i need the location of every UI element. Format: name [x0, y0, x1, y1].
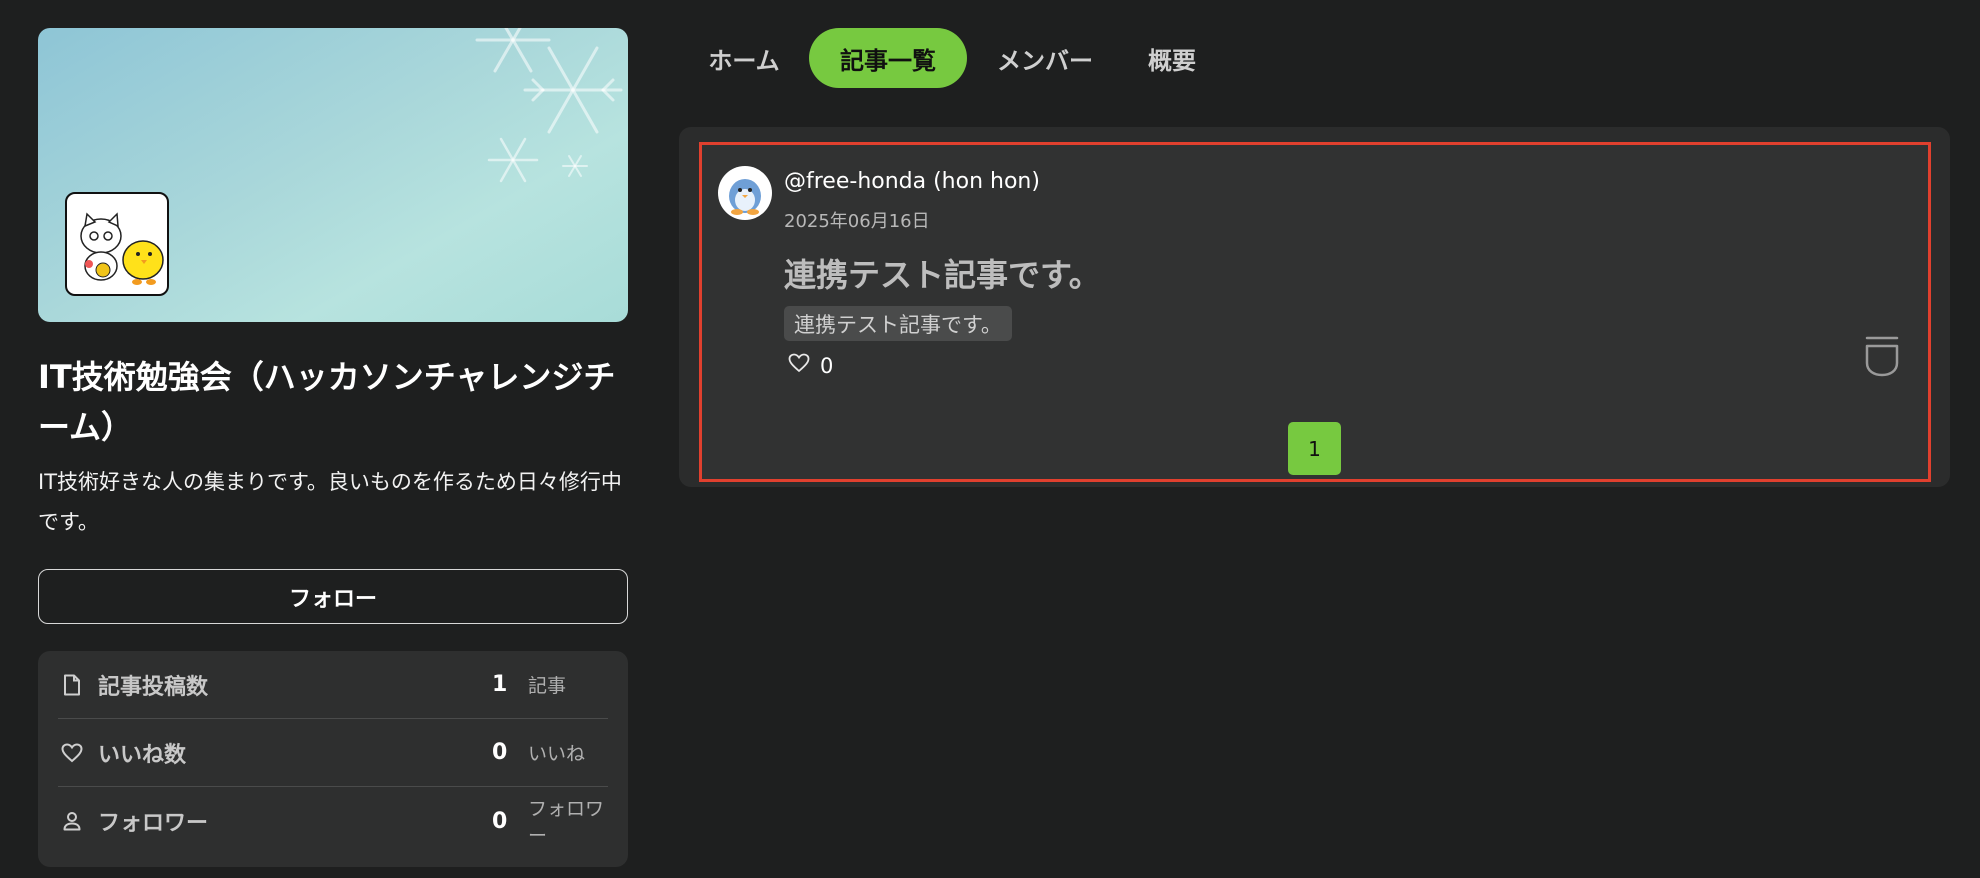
stats-card: 記事投稿数 1 記事 いいね数 0 いいね フォロワー 0 フォロワー: [38, 651, 628, 867]
stat-row-followers: フォロワー 0 フォロワー: [58, 787, 608, 855]
stat-unit: 記事: [528, 675, 567, 697]
document-icon: [60, 673, 84, 697]
group-banner: [38, 28, 628, 322]
heart-icon: [60, 741, 84, 765]
article-date: 2025年06月16日: [784, 211, 930, 232]
stat-row-likes: いいね数 0 いいね: [58, 719, 608, 787]
person-icon: [60, 809, 84, 833]
follow-button[interactable]: フォロー: [38, 569, 628, 624]
stat-label: いいね数: [98, 742, 187, 768]
cup-icon[interactable]: [1864, 335, 1900, 381]
stat-value: 0: [492, 808, 508, 834]
tab-articles[interactable]: 記事一覧: [809, 28, 967, 88]
stat-value: 1: [492, 672, 508, 697]
stat-unit: いいね: [528, 743, 586, 765]
stat-unit: フォロワー: [528, 798, 605, 847]
likes-count: 0: [820, 353, 834, 378]
tab-home[interactable]: ホーム: [684, 28, 804, 88]
stat-label: フォロワー: [98, 811, 209, 836]
pagination-page-button[interactable]: 1: [1288, 422, 1341, 475]
article-likes[interactable]: 0: [788, 353, 833, 378]
article-tag[interactable]: 連携テスト記事です。: [784, 306, 1012, 341]
avatar[interactable]: [718, 166, 772, 220]
stat-row-posts: 記事投稿数 1 記事: [58, 651, 608, 719]
group-description: IT技術好きな人の集まりです。良いものを作るため日々修行中です。: [38, 470, 622, 534]
article-title[interactable]: 連携テスト記事です。: [784, 250, 1101, 296]
stat-label: 記事投稿数: [98, 674, 209, 700]
stat-value: 0: [492, 740, 508, 765]
heart-icon: [788, 353, 810, 378]
tab-members[interactable]: メンバー: [980, 28, 1110, 88]
article-author[interactable]: @free-honda (hon hon): [784, 169, 1040, 194]
group-logo: [65, 192, 169, 296]
tab-overview[interactable]: 概要: [1130, 28, 1214, 88]
group-title: IT技術勉強会（ハッカソンチャレンジチーム）: [38, 358, 616, 446]
